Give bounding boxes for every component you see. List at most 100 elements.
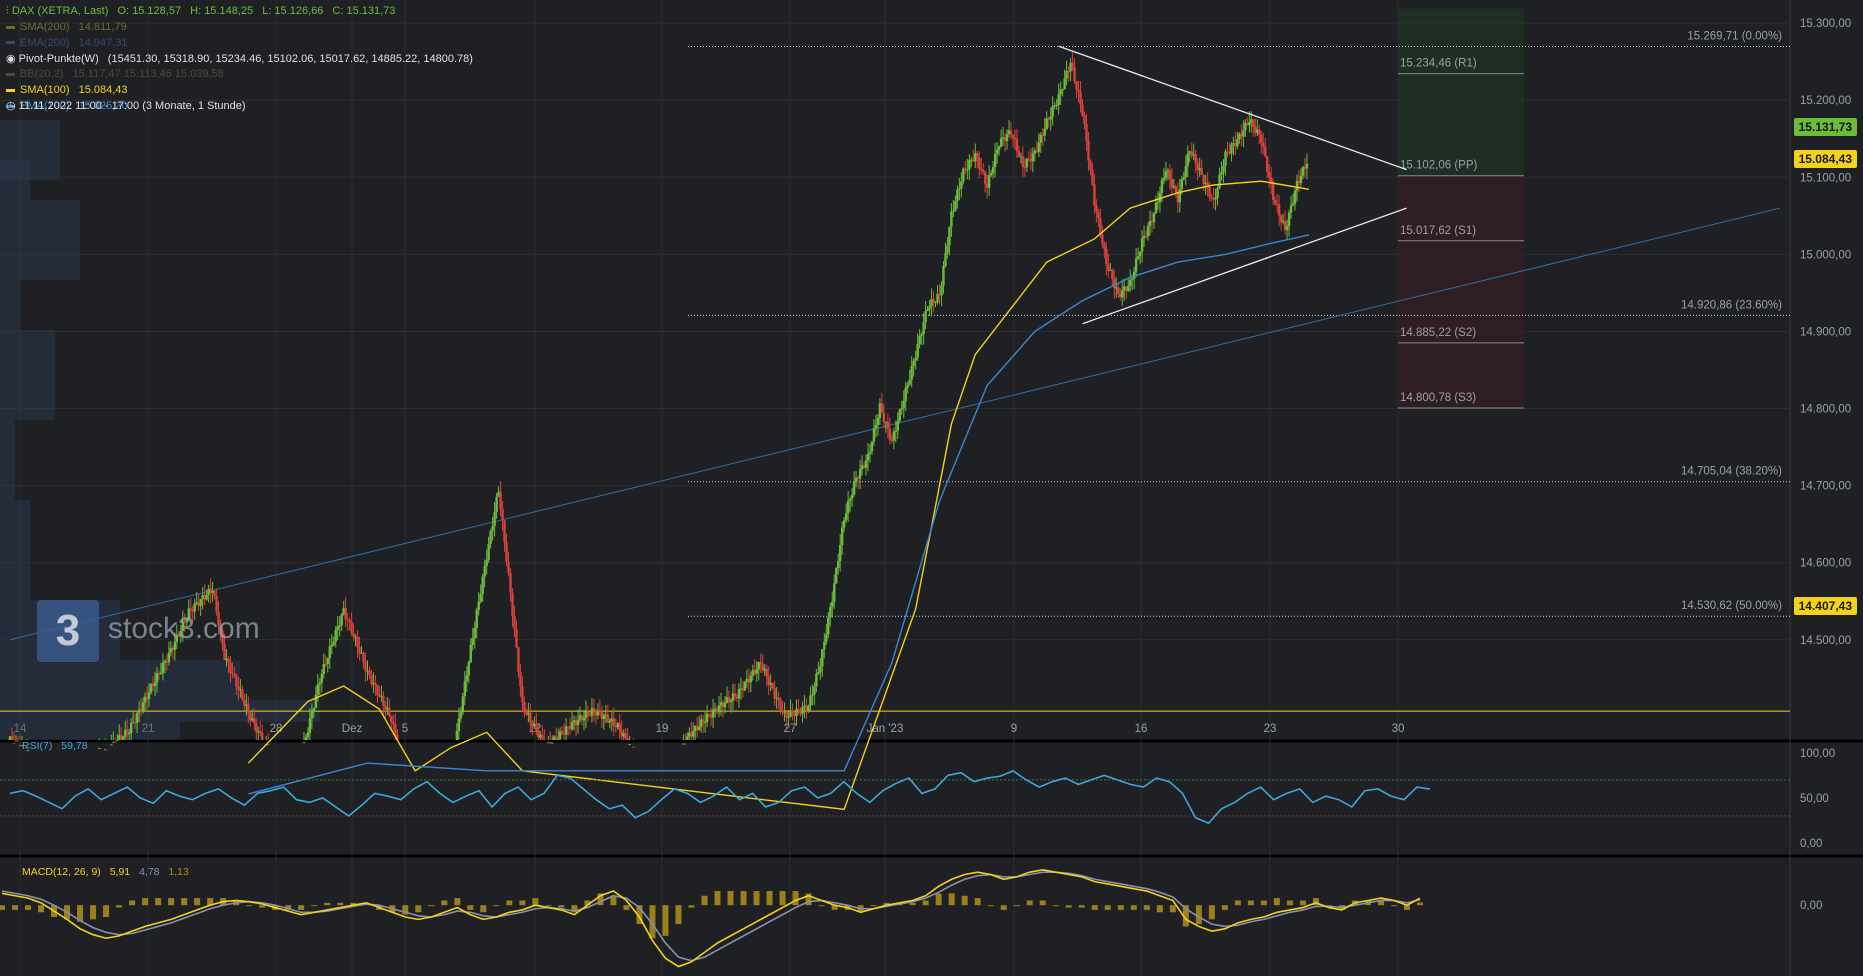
candle-body — [1305, 163, 1309, 169]
candle-body — [983, 172, 987, 184]
candle-body — [1101, 234, 1104, 244]
candle-body — [1230, 144, 1233, 154]
candle-body — [1081, 104, 1084, 116]
macd-histogram-bar — [441, 900, 448, 906]
price-tick-label: 15.200,00 — [1800, 95, 1851, 107]
candle-body — [1105, 248, 1108, 265]
candle-body — [1160, 180, 1164, 193]
candle-body — [991, 167, 995, 174]
candle-body — [743, 681, 747, 691]
candle-body — [831, 601, 834, 608]
candle-body — [924, 311, 927, 323]
candle-body — [1291, 203, 1295, 206]
candle-body — [920, 334, 923, 336]
overlay-legend-item[interactable]: ◉ Pivot-Punkte(W) (15451.30, 15318.90, 1… — [6, 53, 473, 66]
candle-body — [477, 601, 480, 611]
candle-body — [791, 710, 794, 715]
candle-body — [1111, 269, 1114, 279]
candle-body — [1045, 118, 1048, 129]
macd-histogram-bar — [1000, 905, 1007, 910]
overlay-label: SMA(200) — [20, 21, 70, 33]
timeframe-legend[interactable]: ◷ 11.11.2022 11:00 - 17:00 (3 Monate, 1 … — [6, 100, 246, 113]
candle-body — [1005, 134, 1009, 141]
overlay-legend-item[interactable]: SMA(200) 14.811,79 — [6, 21, 127, 34]
overlay-legend-item[interactable]: SMA(100) 15.084,43 — [6, 84, 128, 97]
candle-body — [1134, 258, 1138, 272]
candle-body — [598, 710, 602, 713]
macd-histogram-bar — [311, 905, 318, 907]
macd-value: 5,91 — [109, 866, 131, 878]
candle-body — [737, 689, 741, 699]
candle-body — [980, 168, 983, 171]
candle-body — [755, 669, 758, 674]
pivot-label: 15.017,62 (S1) — [1400, 225, 1476, 237]
candle-body — [1287, 212, 1291, 227]
candle-body — [819, 666, 822, 673]
ohlc-high: H: 15.148,25 — [190, 5, 254, 17]
macd-histogram-bar — [766, 891, 773, 906]
fibonacci-label: 15.269,71 (0.00%) — [1687, 30, 1782, 42]
candle-body — [1218, 174, 1221, 189]
candle-body — [16, 740, 20, 742]
candle-body — [852, 482, 856, 495]
candle-body — [1289, 205, 1293, 213]
volume-profile-bar — [0, 280, 20, 330]
overlay-value: 15.084,43 — [75, 84, 128, 97]
macd-histogram-bar — [454, 898, 461, 906]
overlay-label: Pivot-Punkte(W) — [18, 52, 99, 65]
rsi-legend: RSI(7) 59,78 — [22, 740, 88, 752]
candle-body — [952, 210, 955, 212]
macd-histogram-bar — [740, 891, 747, 906]
price-tick-label: 14.900,00 — [1800, 326, 1851, 338]
overlay-legend-item[interactable]: BB(20,2) 15.117,47 15.113,46 15.039,58 — [6, 68, 224, 81]
time-tick-label: 16 — [1135, 723, 1148, 735]
chart-canvas[interactable]: 15.300,00 15.200,00 15.100,00 15.000,00 14.9… — [0, 0, 1863, 976]
candle-body — [1071, 62, 1074, 67]
pivot-label: 15.102,06 (PP) — [1400, 160, 1478, 172]
candle-body — [1091, 169, 1094, 185]
candle-body — [495, 496, 498, 513]
macd-histogram-bar — [12, 905, 19, 910]
candle-body — [771, 683, 774, 689]
candle-body — [866, 453, 870, 461]
candle-body — [487, 543, 490, 561]
macd-histogram-bar — [181, 898, 188, 906]
candle-body — [781, 710, 784, 713]
candle-body — [308, 718, 312, 733]
volume-profile-bar — [0, 500, 30, 600]
candle-body — [491, 526, 494, 531]
candle-body — [948, 226, 951, 246]
candle-body — [509, 573, 512, 593]
candle-body — [1073, 66, 1076, 82]
candle-body — [455, 731, 459, 740]
overlay-legend-item[interactable]: EMA(200) 14.947,31 — [6, 37, 128, 50]
candle-body — [870, 441, 874, 452]
candle-body — [1049, 116, 1052, 120]
candle-body — [1138, 251, 1142, 257]
candle-body — [374, 683, 377, 685]
macd-histogram-bar — [129, 900, 136, 906]
candle-body — [344, 608, 347, 620]
candle-body — [1093, 184, 1096, 206]
candle-body — [904, 387, 907, 401]
candle-body — [940, 285, 943, 296]
candle-body — [1258, 129, 1261, 136]
candle-body — [1242, 130, 1245, 137]
candle-body — [356, 636, 359, 648]
candle-body — [1273, 199, 1277, 205]
macd-histogram-bar — [1417, 902, 1423, 906]
candle-body — [1025, 158, 1029, 168]
candle-body — [582, 717, 586, 721]
candle-body — [987, 175, 991, 188]
macd-histogram-bar — [1039, 900, 1046, 906]
candle-body — [1299, 175, 1303, 183]
candle-body — [749, 675, 753, 683]
candle-body — [223, 643, 226, 660]
candle-body — [1156, 201, 1160, 204]
candle-body — [825, 634, 828, 642]
candle-body — [827, 617, 830, 635]
candle-body — [465, 675, 469, 682]
candle-body — [499, 491, 502, 510]
candle-body — [110, 744, 113, 746]
macd-histogram-bar — [688, 905, 695, 908]
